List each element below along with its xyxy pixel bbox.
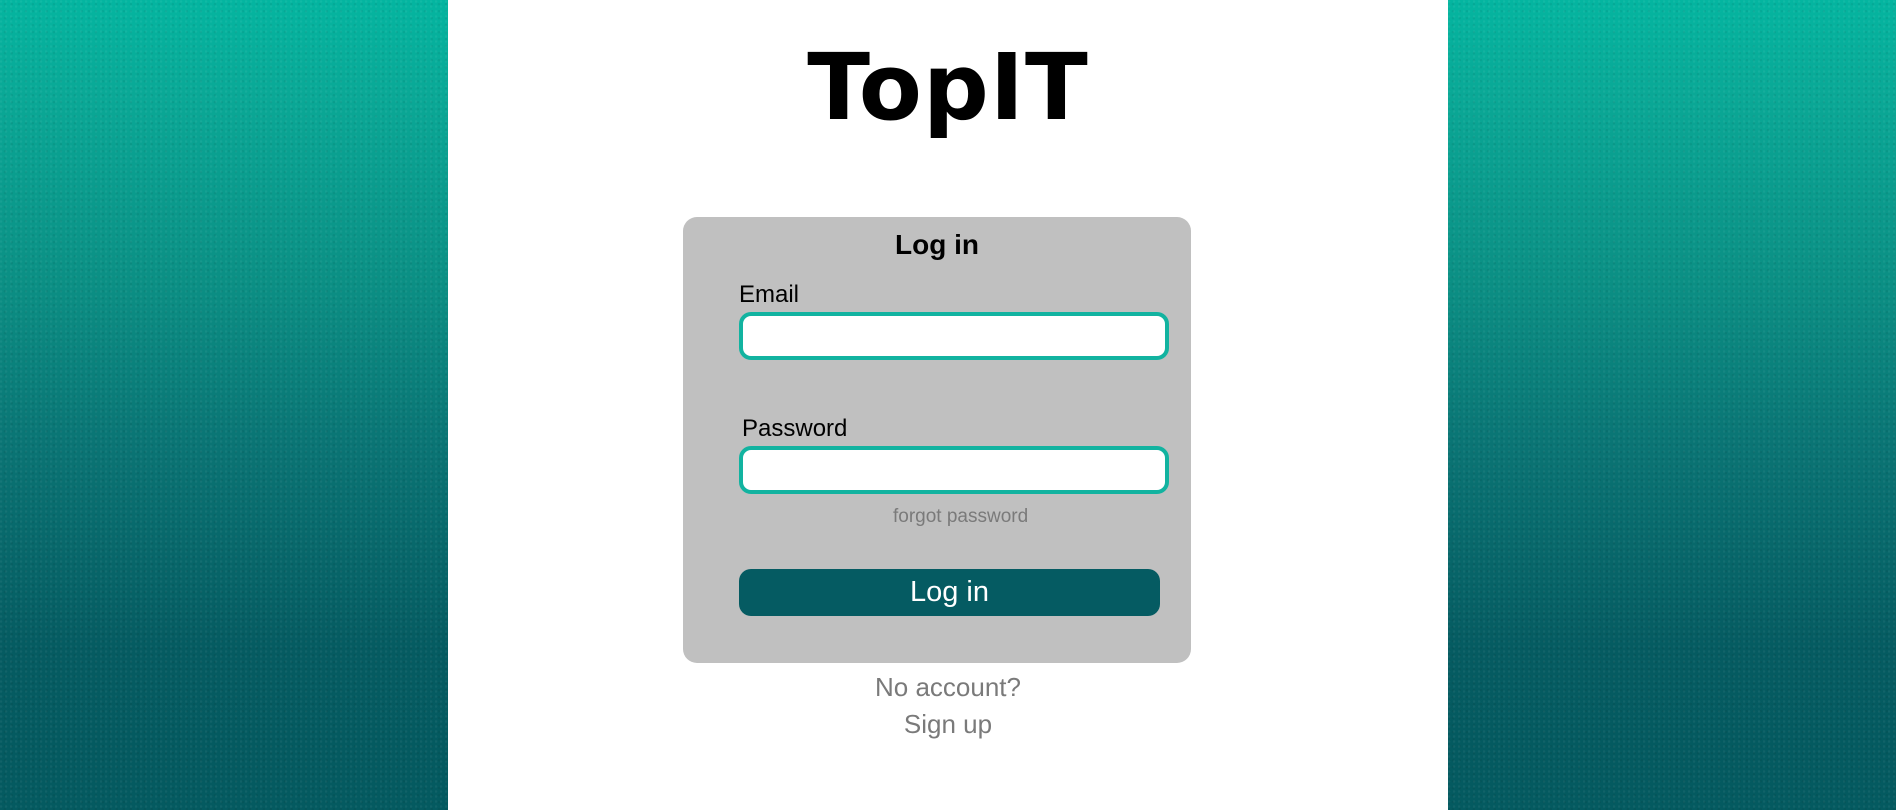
no-account-text: No account? <box>875 672 1021 702</box>
password-label: Password <box>742 415 848 442</box>
right-background-panel <box>1448 0 1896 810</box>
forgot-password-link[interactable]: forgot password <box>893 506 1028 528</box>
email-field[interactable] <box>739 312 1169 360</box>
sign-up-link[interactable]: Sign up <box>448 709 1448 740</box>
login-button[interactable]: Log in <box>739 569 1160 616</box>
login-page: TopIT Log in Email Password forgot passw… <box>0 0 1896 810</box>
left-background-panel <box>0 0 448 810</box>
brand-logo: TopIT <box>807 34 1089 141</box>
password-field[interactable] <box>739 446 1169 494</box>
center-panel: TopIT Log in Email Password forgot passw… <box>448 0 1448 810</box>
login-card-title: Log in <box>895 229 979 260</box>
login-card: Log in Email Password forgot password Lo… <box>683 217 1191 663</box>
email-label: Email <box>739 281 800 308</box>
